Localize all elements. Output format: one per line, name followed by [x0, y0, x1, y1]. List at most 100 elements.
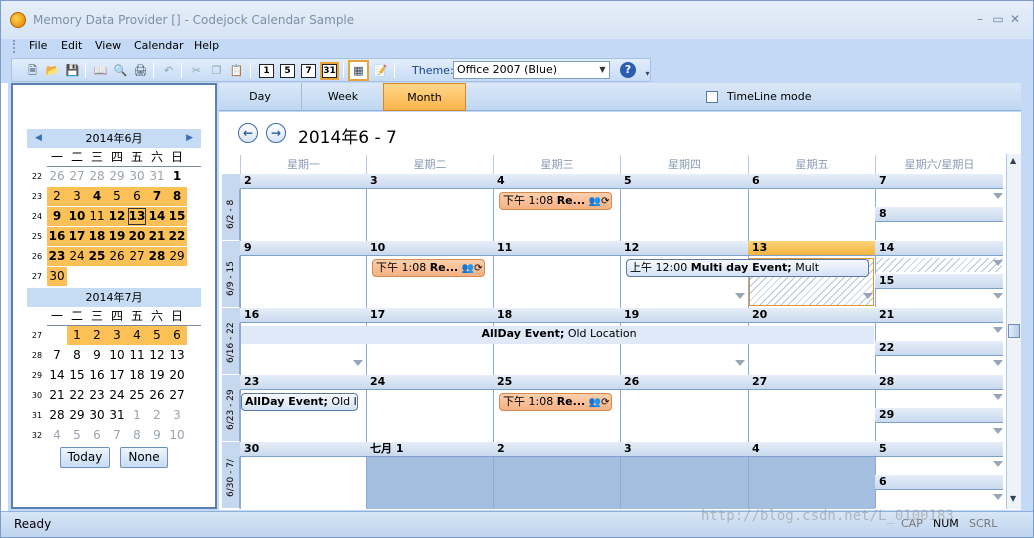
- scroll-thumb[interactable]: [1008, 324, 1020, 338]
- mini-calendar-day[interactable]: 13: [127, 207, 147, 226]
- toolbar-options-icon[interactable]: ▾: [639, 65, 656, 82]
- day-cell[interactable]: [493, 256, 620, 308]
- mini-calendar-day[interactable]: 23: [87, 386, 107, 405]
- mini-calendar-day[interactable]: 30: [127, 167, 147, 186]
- day-number[interactable]: 3: [620, 442, 748, 457]
- mini-calendar-day[interactable]: 7: [47, 346, 67, 365]
- mini-calendar-day[interactable]: 5: [107, 187, 127, 206]
- mini-calendar-day[interactable]: 2: [87, 326, 107, 345]
- mini-calendar-day[interactable]: 25: [87, 247, 107, 266]
- mini-calendar-day[interactable]: 2: [147, 406, 167, 425]
- mini-calendar-day[interactable]: 17: [107, 366, 127, 385]
- calendar-event[interactable]: 下午 1:08 Re... 👥⟳: [499, 393, 612, 411]
- menu-file[interactable]: File: [29, 39, 47, 52]
- day-number[interactable]: 4: [493, 174, 620, 189]
- week-view-button[interactable]: 7: [301, 64, 316, 78]
- mini-calendar-day[interactable]: 7: [107, 426, 127, 445]
- day-cell[interactable]: [620, 390, 748, 442]
- day-cell[interactable]: [875, 490, 1003, 508]
- more-events-icon[interactable]: [735, 360, 745, 366]
- mini-calendar-day[interactable]: 9: [47, 207, 67, 226]
- day-number[interactable]: 12: [620, 241, 748, 256]
- mini-calendar-day[interactable]: 15: [167, 207, 187, 226]
- workweek-view-button[interactable]: 5: [280, 64, 295, 78]
- day-cell[interactable]: [366, 390, 493, 442]
- day-number[interactable]: 16: [240, 308, 366, 323]
- mini-calendar-day[interactable]: 8: [127, 426, 147, 445]
- tab-day[interactable]: Day: [219, 83, 302, 111]
- day-cell[interactable]: [748, 189, 875, 241]
- calendar-event[interactable]: 上午 12:00 Multi day Event; Mult: [626, 259, 869, 277]
- print-preview-icon[interactable]: 📖: [92, 62, 109, 79]
- more-events-icon[interactable]: [993, 260, 1003, 266]
- day-cell[interactable]: [875, 222, 1003, 240]
- week-label[interactable]: 6/16 - 22: [222, 322, 240, 375]
- mini-calendar-day[interactable]: 4: [47, 426, 67, 445]
- day-cell[interactable]: [748, 390, 875, 442]
- next-period-button[interactable]: →: [266, 123, 286, 143]
- mini-calendar-day[interactable]: 11: [87, 207, 107, 226]
- more-events-icon[interactable]: [993, 327, 1003, 333]
- mini-calendar-day[interactable]: 18: [127, 366, 147, 385]
- day-number[interactable]: 9: [240, 241, 366, 256]
- day-number[interactable]: 8: [875, 207, 1003, 222]
- day-cell[interactable]: [875, 356, 1003, 374]
- day-number[interactable]: 26: [620, 375, 748, 390]
- chevron-down-icon[interactable]: ▼: [596, 62, 609, 78]
- day-number[interactable]: 17: [366, 308, 493, 323]
- day-cell[interactable]: [875, 323, 1003, 341]
- calendar-event[interactable]: AllDay Event; Old Location: [241, 326, 874, 344]
- more-events-icon[interactable]: [993, 428, 1003, 434]
- mini-calendar-day[interactable]: 30: [47, 267, 67, 286]
- mini-calendar-day[interactable]: 1: [167, 167, 187, 186]
- week-label[interactable]: 6/9 - 15: [222, 256, 240, 308]
- mini-calendar-day[interactable]: 26: [107, 247, 127, 266]
- mini-calendar-day[interactable]: 23: [47, 247, 67, 266]
- mini-calendar-day[interactable]: 16: [47, 227, 67, 246]
- copy-icon[interactable]: ❐: [208, 62, 225, 79]
- more-events-icon[interactable]: [863, 293, 873, 299]
- mini-calendar-day[interactable]: 28: [87, 167, 107, 186]
- mini-calendar-day[interactable]: 14: [147, 207, 167, 226]
- prev-month-icon[interactable]: ◀: [35, 129, 42, 148]
- cut-icon[interactable]: ✂: [188, 62, 205, 79]
- mini-calendar-day[interactable]: 24: [67, 247, 87, 266]
- day-number[interactable]: 22: [875, 341, 1003, 356]
- paste-icon[interactable]: 📋: [228, 62, 245, 79]
- scroll-down-icon[interactable]: ▼: [1010, 494, 1016, 503]
- mini-calendar-day[interactable]: 25: [127, 386, 147, 405]
- mini-calendar-day[interactable]: 12: [147, 346, 167, 365]
- mini-calendar-day[interactable]: 29: [107, 167, 127, 186]
- week-label[interactable]: 6/2 - 8: [222, 189, 240, 241]
- mini-calendar-day[interactable]: 11: [127, 346, 147, 365]
- day-cell[interactable]: [875, 189, 1003, 207]
- tab-month[interactable]: Month: [383, 83, 466, 111]
- mini-calendar-day[interactable]: 29: [167, 247, 187, 266]
- day-number[interactable]: 4: [748, 442, 875, 457]
- page-setup-icon[interactable]: 🔍: [112, 62, 129, 79]
- mini-calendar-day[interactable]: 5: [147, 326, 167, 345]
- day-cell[interactable]: [620, 457, 748, 509]
- week-label[interactable]: 6/23 - 29: [222, 389, 240, 442]
- day-number[interactable]: 11: [493, 241, 620, 256]
- day-number[interactable]: 6: [748, 174, 875, 189]
- mini-calendar-day[interactable]: 27: [127, 247, 147, 266]
- day-cell[interactable]: [875, 289, 1003, 307]
- mini-calendar-day[interactable]: 8: [167, 187, 187, 206]
- open-icon[interactable]: 📂: [44, 62, 61, 79]
- help-icon[interactable]: ?: [620, 62, 636, 78]
- close-icon[interactable]: ✕: [1008, 12, 1022, 26]
- menu-calendar[interactable]: Calendar: [134, 39, 183, 52]
- mini-calendar-day[interactable]: 3: [167, 406, 187, 425]
- day-number[interactable]: 20: [748, 308, 875, 323]
- print-icon[interactable]: 🖨: [132, 62, 149, 79]
- prev-period-button[interactable]: ←: [238, 123, 258, 143]
- day-cell[interactable]: [240, 256, 366, 308]
- mini-calendar-day[interactable]: 10: [167, 426, 187, 445]
- day-cell[interactable]: [748, 457, 875, 509]
- calendar-event[interactable]: 下午 1:08 Re... 👥⟳: [499, 192, 612, 210]
- restore-icon[interactable]: ▭: [991, 12, 1005, 26]
- mini-calendar-day[interactable]: 28: [47, 406, 67, 425]
- minimize-icon[interactable]: –: [973, 12, 987, 26]
- mini-calendar-day[interactable]: 3: [67, 187, 87, 206]
